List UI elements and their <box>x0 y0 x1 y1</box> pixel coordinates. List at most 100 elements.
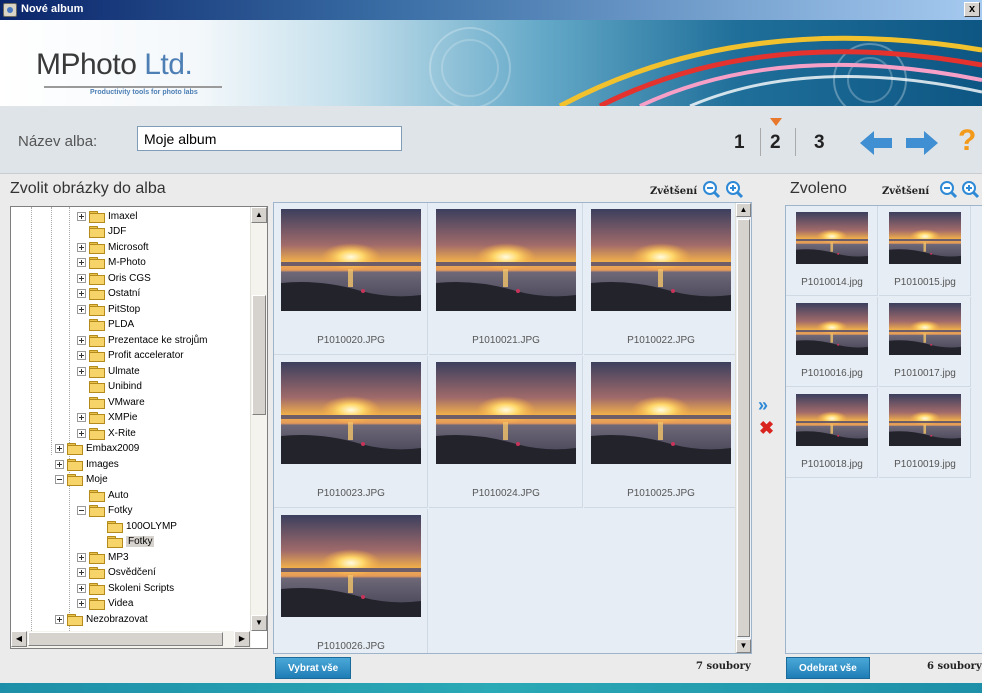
tree-folder-item[interactable]: PLDA <box>77 318 134 332</box>
banner: MPhoto Ltd. Productivity tools for photo… <box>0 20 982 106</box>
photo-tile[interactable]: P1010021.JPG <box>429 203 583 355</box>
scroll-thumb[interactable] <box>28 632 223 646</box>
folder-icon <box>89 505 105 517</box>
photo-tile[interactable]: P1010025.JPG <box>584 356 738 508</box>
tree-folder-item[interactable]: Microsoft <box>77 240 149 254</box>
folder-icon <box>89 381 105 393</box>
bottom-accent-bar <box>0 683 982 693</box>
collapse-icon[interactable] <box>55 475 64 484</box>
scroll-down-button[interactable]: ▼ <box>736 639 751 653</box>
tree-folder-item[interactable]: 100OLYMP <box>95 519 177 533</box>
expand-icon[interactable] <box>55 459 64 469</box>
expand-icon[interactable] <box>77 351 86 360</box>
step-1[interactable]: 1 <box>734 132 745 154</box>
tree-folder-item[interactable]: Embax2009 <box>55 442 139 456</box>
zoom-in-icon[interactable] <box>962 181 980 199</box>
select-all-button[interactable]: Vybrat vše <box>275 657 352 679</box>
tree-folder-item[interactable]: Imaxel <box>77 209 137 223</box>
scroll-left-button[interactable]: ◀ <box>11 631 27 647</box>
expand-icon[interactable] <box>77 366 86 376</box>
tree-folder-item[interactable]: Prezentace ke strojům <box>77 333 208 347</box>
tree-folder-item[interactable]: Oris CGS <box>77 271 151 285</box>
zoom-in-icon[interactable] <box>726 181 744 199</box>
selected-photo-tile[interactable]: P1010017.jpg <box>879 297 971 387</box>
tree-folder-item[interactable]: Images <box>55 457 119 471</box>
expand-icon[interactable] <box>77 273 86 283</box>
expand-icon[interactable] <box>55 614 64 624</box>
selected-photo-tile[interactable]: P1010016.jpg <box>786 297 878 387</box>
photo-tile[interactable]: P1010020.JPG <box>274 203 428 355</box>
expand-icon[interactable] <box>55 444 64 453</box>
folder-tree[interactable]: Imaxel JDF Microsoft M-Photo Oris CGS Ostatní… <box>10 206 268 649</box>
expand-icon[interactable] <box>77 583 86 593</box>
zoom-out-icon[interactable] <box>940 181 958 199</box>
selected-photo-tile[interactable]: P1010018.jpg <box>786 388 878 478</box>
tree-folder-label: Profit accelerator <box>108 350 184 361</box>
tree-folder-item[interactable]: Fotky <box>95 535 155 549</box>
tree-folder-item[interactable]: XMPie <box>77 411 137 425</box>
tree-folder-item[interactable]: VMware <box>77 395 145 409</box>
tree-folder-item[interactable]: X-Rite <box>77 426 136 440</box>
collapse-icon[interactable] <box>77 506 86 515</box>
expand-icon[interactable] <box>77 568 86 577</box>
step-2[interactable]: 2 <box>770 132 781 154</box>
tree-guide-line <box>31 207 32 631</box>
selected-photo-tile[interactable]: P1010019.jpg <box>879 388 971 478</box>
album-name-input[interactable] <box>137 126 402 151</box>
tree-folder-item[interactable]: Skoleni Scripts <box>77 581 174 595</box>
zoom-out-icon[interactable] <box>703 181 721 199</box>
scroll-thumb[interactable] <box>252 295 266 415</box>
tree-horizontal-scrollbar[interactable]: ◀ ▶ <box>11 631 251 648</box>
scroll-thumb[interactable] <box>737 219 750 637</box>
remove-from-album-button[interactable]: ✖ <box>759 418 774 439</box>
selected-photo-tile[interactable]: P1010015.jpg <box>879 206 971 296</box>
expand-icon[interactable] <box>77 211 86 221</box>
tree-folder-label: X-Rite <box>108 427 136 439</box>
photo-grid-scrollbar[interactable]: ▲ ▼ <box>735 203 751 653</box>
photo-tile[interactable]: P1010023.JPG <box>274 356 428 508</box>
tree-folder-item[interactable]: Osvědčení <box>77 566 156 580</box>
scroll-right-button[interactable]: ▶ <box>234 631 250 647</box>
tree-folder-item[interactable]: Ostatní <box>77 287 140 301</box>
tree-vertical-scrollbar[interactable]: ▲ ▼ <box>250 207 267 631</box>
tree-folder-item[interactable]: Auto <box>77 488 129 502</box>
expand-icon[interactable] <box>77 428 86 438</box>
tree-folder-item[interactable]: Profit accelerator <box>77 349 184 363</box>
selected-photo-tile[interactable]: P1010014.jpg <box>786 206 878 296</box>
expand-icon[interactable] <box>77 335 86 345</box>
tree-folder-item[interactable]: M-Photo <box>77 256 146 270</box>
expand-icon[interactable] <box>77 413 86 422</box>
scroll-up-button[interactable]: ▲ <box>736 203 751 217</box>
tree-folder-item[interactable]: Nezobrazovat <box>55 612 148 626</box>
remove-all-button[interactable]: Odebrat vše <box>786 657 870 679</box>
folder-icon <box>89 350 105 362</box>
tree-folder-item[interactable]: JDF <box>77 225 126 239</box>
folder-icon <box>67 613 83 626</box>
expand-icon[interactable] <box>77 289 86 298</box>
arrow-left-icon[interactable] <box>858 128 898 158</box>
photo-tile[interactable]: P1010022.JPG <box>584 203 738 355</box>
right-file-count: 6 soubory <box>927 661 982 672</box>
window-title: Nové album <box>21 3 84 15</box>
tree-folder-item[interactable]: PitStop <box>77 302 140 316</box>
scroll-up-button[interactable]: ▲ <box>251 207 267 223</box>
arrow-right-icon[interactable] <box>900 128 940 158</box>
step-3[interactable]: 3 <box>814 132 825 154</box>
expand-icon[interactable] <box>77 552 86 562</box>
tree-folder-item[interactable]: Videa <box>77 597 133 611</box>
expand-icon[interactable] <box>77 258 86 267</box>
tree-folder-item[interactable]: MP3 <box>77 550 129 564</box>
tree-folder-item[interactable]: Moje <box>55 473 108 487</box>
expand-icon[interactable] <box>77 599 86 608</box>
expand-icon[interactable] <box>77 242 86 252</box>
tree-folder-item[interactable]: Fotky <box>77 504 132 518</box>
photo-tile[interactable]: P1010026.JPG <box>274 509 428 653</box>
tree-folder-item[interactable]: Unibind <box>77 380 142 394</box>
expand-icon[interactable] <box>77 304 86 314</box>
add-to-album-button[interactable]: » <box>758 395 768 416</box>
help-icon[interactable]: ? <box>958 124 976 158</box>
tree-folder-item[interactable]: Ulmate <box>77 364 140 378</box>
close-button[interactable]: x <box>964 2 980 17</box>
scroll-down-button[interactable]: ▼ <box>251 615 267 631</box>
photo-tile[interactable]: P1010024.JPG <box>429 356 583 508</box>
